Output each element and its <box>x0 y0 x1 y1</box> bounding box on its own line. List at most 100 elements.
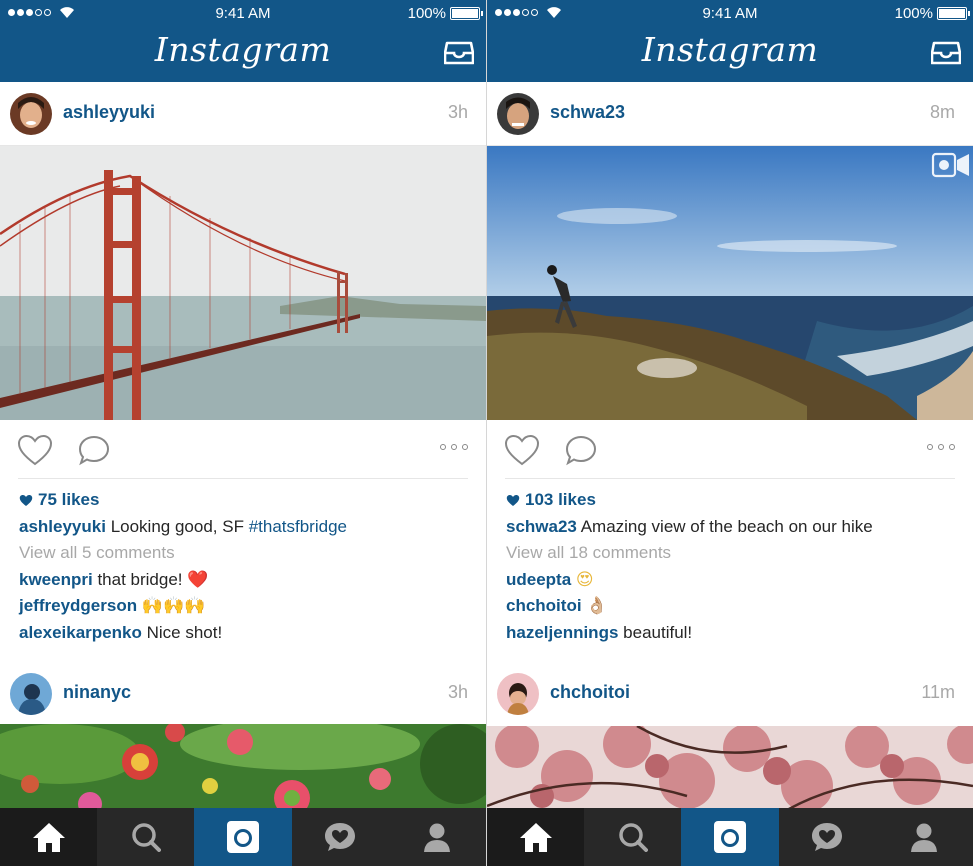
post-photo[interactable] <box>487 146 973 420</box>
comment-emoji: ❤️ <box>187 569 209 589</box>
caption-text: Looking good, SF <box>110 516 244 536</box>
post-header: chchoitoi 11m <box>487 662 973 726</box>
comment: jeffreydgerson 🙌🙌🙌 <box>19 593 474 620</box>
caption-username[interactable]: schwa23 <box>506 517 577 536</box>
comment: alexeikarpenko Nice shot! <box>19 620 474 647</box>
avatar[interactable] <box>497 93 539 135</box>
comment: hazeljennings beautiful! <box>506 620 961 647</box>
avatar[interactable] <box>497 673 539 715</box>
caption: schwa23 Amazing view of the beach on our… <box>506 514 961 541</box>
comment: udeepta 😍 <box>506 567 961 594</box>
app-logo: Instagram <box>154 30 332 69</box>
caption-username[interactable]: ashleyyuki <box>19 517 106 536</box>
caption-text: Amazing view of the beach on our hike <box>580 516 873 536</box>
likes-count[interactable]: 75 likes <box>19 487 474 514</box>
comment-username[interactable]: udeepta <box>506 570 571 589</box>
comment-emoji: 🙌🙌🙌 <box>141 596 206 615</box>
comment-username[interactable]: hazeljennings <box>506 623 618 642</box>
camera-icon <box>714 821 746 853</box>
tab-search[interactable] <box>97 808 194 866</box>
tab-activity[interactable] <box>779 808 876 866</box>
activity-icon <box>812 823 843 851</box>
tab-home[interactable] <box>487 808 585 866</box>
avatar[interactable] <box>10 93 52 135</box>
search-icon <box>132 823 161 852</box>
likes-text: 75 likes <box>38 490 100 510</box>
caption-hashtag[interactable]: #thatsfbridge <box>249 517 347 536</box>
tab-camera[interactable] <box>194 808 292 866</box>
more-options-icon[interactable] <box>927 444 955 450</box>
post-time: 3h <box>447 102 468 122</box>
likes-count[interactable]: 103 likes <box>506 487 961 514</box>
tab-bar <box>0 808 486 866</box>
cherry-blossoms-image <box>487 726 973 810</box>
post-photo[interactable] <box>0 724 486 810</box>
camera-icon <box>227 821 259 853</box>
like-heart-icon[interactable] <box>17 434 53 466</box>
post-actions <box>0 420 486 480</box>
post-username[interactable]: schwa23 <box>550 102 625 123</box>
like-small-icon <box>19 494 33 506</box>
battery-percent: 100% <box>407 5 446 22</box>
post-username[interactable]: ashleyyuki <box>63 102 155 123</box>
inbox-icon[interactable] <box>931 40 961 66</box>
comment-username[interactable]: kweenpri <box>19 570 93 589</box>
tab-camera[interactable] <box>681 808 779 866</box>
golden-gate-bridge-image <box>0 146 486 420</box>
comment-emoji: 😍 <box>575 569 594 589</box>
tab-search[interactable] <box>584 808 681 866</box>
more-options-icon[interactable] <box>440 444 468 450</box>
comment: kweenpri that bridge! ❤️ <box>19 567 474 594</box>
comment-text: that bridge! <box>97 569 183 589</box>
post-photo[interactable] <box>0 146 486 420</box>
post-header: ninanyc 3h <box>0 662 486 726</box>
post-time: 3h <box>447 682 468 702</box>
comment-username[interactable]: alexeikarpenko <box>19 623 142 642</box>
comment-emoji: 👌🏼 <box>586 596 608 615</box>
post-header: schwa23 8m <box>487 82 973 146</box>
nav-bar: 9:41 AM 100% Instagram <box>0 0 486 82</box>
caption: ashleyyuki Looking good, SF #thatsfbridg… <box>19 514 474 541</box>
tab-bar <box>487 808 973 866</box>
post-username[interactable]: chchoitoi <box>550 682 630 703</box>
pom-pom-flowers-image <box>0 724 486 810</box>
likes-text: 103 likes <box>525 490 596 510</box>
activity-icon <box>325 823 356 851</box>
post-header: ashleyyuki 3h <box>0 82 486 146</box>
battery-icon <box>450 7 483 20</box>
tab-home[interactable] <box>0 808 98 866</box>
status-bar: 9:41 AM 100% <box>0 0 486 26</box>
view-all-comments-link[interactable]: View all 18 comments <box>506 540 961 567</box>
post-info: 75 likes ashleyyuki Looking good, SF #th… <box>19 487 474 646</box>
nav-bar: 9:41 AM 100% Instagram <box>487 0 973 82</box>
screen-right: 9:41 AM 100% Instagram schwa23 8m 103 li… <box>487 0 973 866</box>
like-heart-icon[interactable] <box>504 434 540 466</box>
inbox-icon[interactable] <box>444 40 474 66</box>
battery-icon <box>937 7 970 20</box>
battery-percent: 100% <box>894 5 933 22</box>
post-time: 8m <box>929 102 955 122</box>
tab-activity[interactable] <box>292 808 389 866</box>
avatar[interactable] <box>10 673 52 715</box>
comment-username[interactable]: chchoitoi <box>506 596 582 615</box>
home-icon <box>519 823 552 852</box>
like-small-icon <box>506 494 520 506</box>
tab-profile[interactable] <box>389 808 486 866</box>
app-logo: Instagram <box>641 30 819 69</box>
view-all-comments-link[interactable]: View all 5 comments <box>19 540 474 567</box>
comment-text: beautiful! <box>623 622 693 642</box>
divider <box>18 478 468 479</box>
post-info: 103 likes schwa23 Amazing view of the be… <box>506 487 961 646</box>
comment-bubble-icon[interactable] <box>564 434 598 466</box>
post-username[interactable]: ninanyc <box>63 682 131 703</box>
post-actions <box>487 420 973 480</box>
profile-icon <box>911 823 938 852</box>
comment-bubble-icon[interactable] <box>77 434 111 466</box>
search-icon <box>619 823 648 852</box>
beach-cliff-hiker-image <box>487 146 973 420</box>
post-photo[interactable] <box>487 726 973 810</box>
comment: chchoitoi 👌🏼 <box>506 593 961 620</box>
tab-profile[interactable] <box>876 808 973 866</box>
profile-icon <box>424 823 451 852</box>
comment-username[interactable]: jeffreydgerson <box>19 596 137 615</box>
